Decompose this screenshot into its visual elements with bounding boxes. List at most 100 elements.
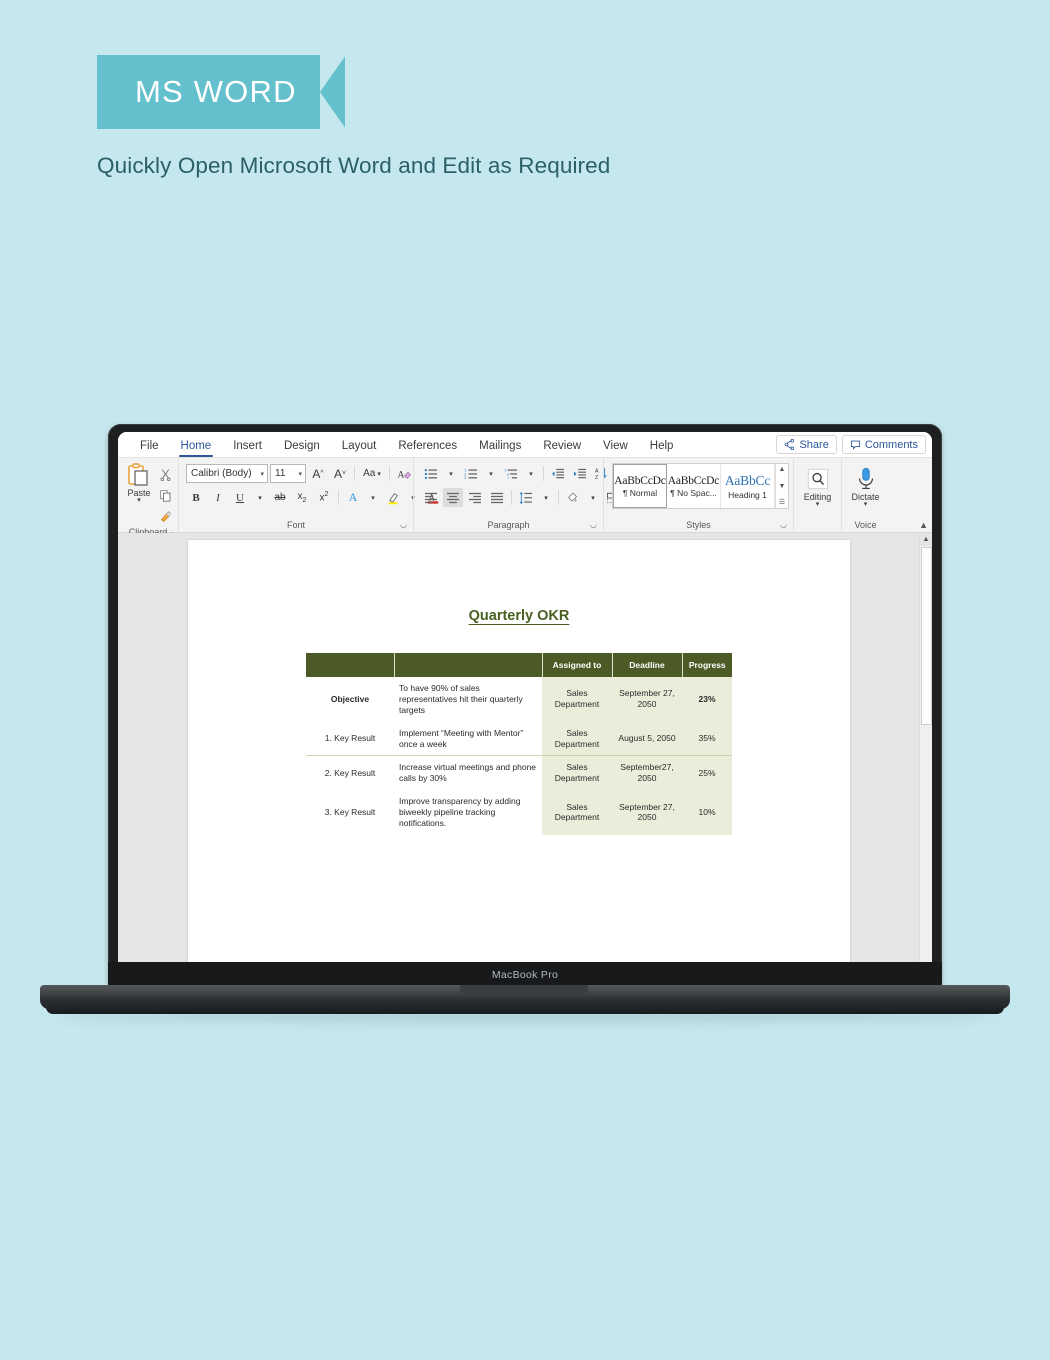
multilevel-list-icon[interactable]: 1 a i: [501, 464, 521, 483]
styles-scroll-down-icon[interactable]: ▼: [779, 482, 786, 491]
paste-button[interactable]: Paste ▾: [122, 463, 156, 526]
increase-indent-icon[interactable]: [570, 464, 590, 483]
bold-button[interactable]: B: [186, 488, 206, 507]
subscript-button[interactable]: x2: [292, 488, 312, 507]
tab-design[interactable]: Design: [273, 440, 331, 458]
editing-dropdown-caret[interactable]: ▾: [816, 501, 820, 508]
superscript-button[interactable]: x2: [314, 488, 334, 507]
svg-text:Z: Z: [595, 475, 599, 480]
table-header-row: Assigned to Deadline Progress: [306, 653, 732, 677]
microphone-icon: [852, 465, 879, 492]
numbered-list-caret[interactable]: ▾: [483, 464, 499, 483]
macbook-model-label: MacBook Pro: [491, 969, 559, 981]
style-heading-1[interactable]: AaBbCс Heading 1: [721, 464, 775, 508]
grow-font-button[interactable]: A ^: [308, 464, 328, 483]
bullet-list-caret[interactable]: ▾: [443, 464, 459, 483]
paste-icon: [127, 463, 151, 488]
styles-dialog-launcher[interactable]: ◡: [780, 518, 787, 531]
clear-formatting-icon[interactable]: A: [394, 464, 414, 483]
line-spacing-icon[interactable]: [516, 488, 536, 507]
italic-button[interactable]: I: [208, 488, 228, 507]
align-center-icon[interactable]: [443, 488, 463, 507]
scrollbar-thumb[interactable]: [921, 547, 932, 725]
ms-word-window: File Home Insert Design Layout Reference…: [118, 432, 932, 967]
font-name-value: Calibri (Body): [191, 468, 252, 479]
laptop-base-notch: [460, 985, 588, 996]
row-progress: 25%: [682, 755, 732, 791]
align-right-icon[interactable]: [465, 488, 485, 507]
underline-button[interactable]: U: [230, 488, 250, 507]
tab-help[interactable]: Help: [639, 440, 685, 458]
align-left-icon[interactable]: [421, 488, 441, 507]
collapse-ribbon-icon[interactable]: ▲: [919, 520, 928, 530]
line-spacing-caret[interactable]: ▾: [538, 488, 554, 507]
style-normal[interactable]: AaBbCcDc ¶ Normal: [613, 464, 667, 508]
comments-button[interactable]: Comments: [841, 435, 926, 454]
styles-scroll-up-icon[interactable]: ▲: [779, 465, 786, 474]
macbook-pro-mockup: File Home Insert Design Layout Reference…: [0, 0, 1050, 1360]
font-name-combo[interactable]: Calibri (Body) ▾: [186, 464, 268, 483]
font-size-combo[interactable]: 11 ▾: [270, 464, 306, 483]
tab-mailings[interactable]: Mailings: [468, 440, 532, 458]
row-assigned-to: Sales Department: [542, 721, 612, 756]
tab-home[interactable]: Home: [170, 440, 223, 458]
document-page[interactable]: Quarterly OKR Assigned to Deadline Progr…: [188, 540, 850, 967]
col-header-deadline: Deadline: [612, 653, 683, 677]
shading-icon[interactable]: [563, 488, 583, 507]
shrink-font-button[interactable]: A ˅: [330, 464, 350, 483]
bullet-list-icon[interactable]: [421, 464, 441, 483]
ribbon-group-paragraph: ▾ 1 2 3 ▾ 1 a i ▾ A Z ▾ ▾ Paragraph ◡: [413, 458, 635, 532]
paragraph-label-text: Paragraph: [487, 520, 530, 530]
tab-layout[interactable]: Layout: [331, 440, 388, 458]
row-deadline: September 27, 2050: [612, 790, 682, 835]
divider: [543, 466, 544, 481]
share-icon: [785, 439, 795, 450]
paintbrush-icon[interactable]: [157, 507, 173, 526]
decrease-indent-icon[interactable]: [548, 464, 568, 483]
comments-label: Comments: [864, 438, 918, 451]
highlight-color-icon[interactable]: [383, 488, 403, 507]
numbered-list-icon[interactable]: 1 2 3: [461, 464, 481, 483]
ribbon-group-editing: Editing ▾ Editing: [793, 458, 841, 532]
text-effects-caret[interactable]: ▾: [365, 488, 381, 507]
vertical-scrollbar[interactable]: ▲: [919, 533, 932, 967]
justify-icon[interactable]: [487, 488, 507, 507]
tab-view[interactable]: View: [592, 440, 639, 458]
underline-dropdown-caret[interactable]: ▾: [252, 488, 268, 507]
font-dialog-launcher[interactable]: ◡: [400, 518, 407, 531]
share-button[interactable]: Share: [776, 435, 837, 454]
row-deadline: September 27, 2050: [612, 677, 682, 722]
table-row: 1. Key Result Implement “Meeting with Me…: [306, 721, 732, 756]
dictate-button[interactable]: Dictate ▾: [846, 463, 885, 508]
laptop-screen: File Home Insert Design Layout Reference…: [118, 432, 932, 967]
multilevel-list-caret[interactable]: ▾: [523, 464, 539, 483]
styles-scroll-controls[interactable]: ▲ ▼ ☰: [775, 464, 788, 508]
styles-more-icon[interactable]: ☰: [779, 498, 785, 507]
tab-review[interactable]: Review: [532, 440, 592, 458]
text-effects-icon[interactable]: A: [343, 488, 363, 507]
row-progress: 23%: [682, 677, 732, 722]
shading-caret[interactable]: ▾: [585, 488, 601, 507]
strikethrough-button[interactable]: ab: [270, 488, 290, 507]
divider: [338, 490, 339, 505]
paragraph-dialog-launcher[interactable]: ◡: [590, 518, 597, 531]
tab-file[interactable]: File: [129, 440, 170, 458]
scroll-up-icon[interactable]: ▲: [920, 533, 932, 546]
tab-insert[interactable]: Insert: [222, 440, 273, 458]
copy-icon[interactable]: [157, 486, 173, 505]
scissors-icon[interactable]: [157, 465, 173, 484]
row-progress: 10%: [682, 790, 732, 835]
style-no-spacing[interactable]: AaBbCcDc ¶ No Spac...: [667, 464, 721, 508]
styles-gallery[interactable]: AaBbCcDc ¶ Normal AaBbCcDc ¶ No Spac... …: [612, 463, 789, 509]
search-icon: [804, 465, 831, 492]
share-label: Share: [799, 438, 829, 451]
tab-references[interactable]: References: [387, 440, 468, 458]
voice-label-text: Voice: [854, 520, 877, 530]
dictate-dropdown-caret[interactable]: ▾: [864, 501, 868, 508]
divider: [558, 490, 559, 505]
change-case-button[interactable]: Aa ▾: [359, 464, 385, 483]
editing-button[interactable]: Editing ▾: [798, 463, 837, 508]
paste-dropdown-caret[interactable]: ▾: [137, 497, 141, 504]
page-subtitle: Quickly Open Microsoft Word and Edit as …: [97, 153, 611, 178]
document-title: Quarterly OKR: [468, 608, 570, 624]
